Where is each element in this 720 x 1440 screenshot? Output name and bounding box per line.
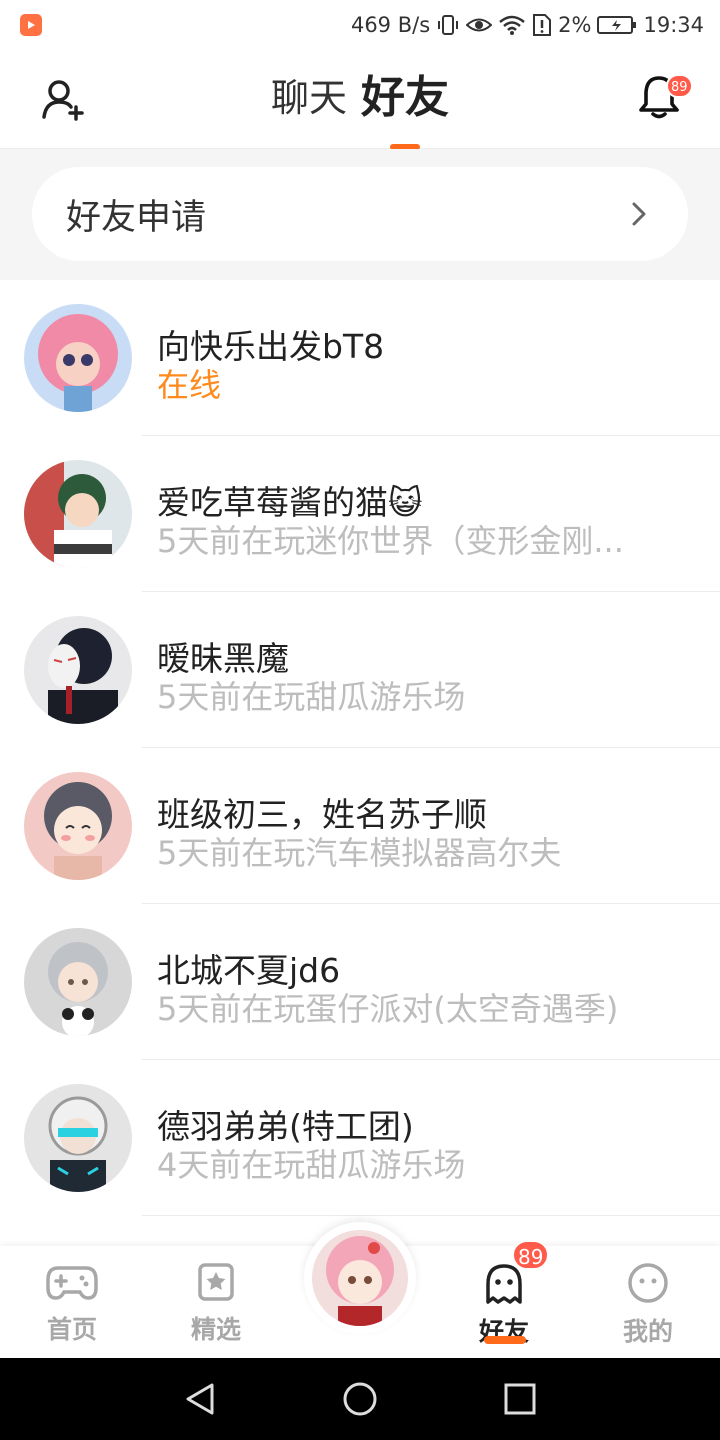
friend-status: 5天前在玩汽车模拟器高尔夫 [157,834,562,872]
tab-friends[interactable]: 好友 [361,72,449,124]
avatar[interactable] [24,928,132,1036]
bottom-nav: 首页 精选 好友 89 我的 [0,1222,720,1358]
friend-status: 5天前在玩甜瓜游乐场 [157,678,466,716]
nav-featured-label: 精选 [190,1315,241,1344]
nav-home[interactable]: 首页 [22,1262,122,1346]
friend-status: 在线 [157,366,222,404]
home-circle-icon [343,1382,377,1416]
back-button[interactable] [182,1381,218,1417]
friend-row[interactable]: 班级初三，姓名苏子顺 5天前在玩汽车模拟器高尔夫 [0,748,720,904]
nav-home-label: 首页 [46,1315,97,1344]
friend-requests-entry[interactable]: 好友申请 [32,167,688,261]
friend-row[interactable]: 北城不夏jd6 5天前在玩蛋仔派对(太空奇遇季) [0,904,720,1060]
tab-bar: 聊天 好友 [0,72,720,124]
friend-status: 5天前在玩蛋仔派对(太空奇遇季) [157,990,619,1028]
nav-featured[interactable]: 精选 [166,1262,266,1346]
battery-icon [597,15,637,35]
home-button[interactable] [342,1381,378,1417]
friend-row[interactable]: 爱吃草莓酱的猫😺 5天前在玩迷你世界（变形金刚... [0,436,720,592]
center-avatar-button[interactable] [304,1222,416,1334]
network-speed: 469 B/s [350,13,431,37]
friend-status: 5天前在玩迷你世界（变形金刚... [157,522,624,560]
friend-list: 向快乐出发bT8 在线 爱吃草莓酱的猫😺 5天前在玩迷你世界（变形金刚... 暧… [0,280,720,1216]
avatar[interactable] [24,1084,132,1192]
avatar[interactable] [24,460,132,568]
friend-requests-label: 好友申请 [66,197,207,238]
star-bookmark-icon [198,1263,234,1301]
back-triangle-icon [186,1383,214,1415]
eye-icon [466,14,493,36]
wifi-icon [498,14,526,36]
nav-mine-label: 我的 [622,1317,673,1346]
alert-sim-icon [532,13,552,37]
avatar[interactable] [24,616,132,724]
vibrate-icon [436,13,460,37]
friend-status: 4天前在玩甜瓜游乐场 [157,1146,466,1184]
friend-row[interactable]: 暧昧黑魔 5天前在玩甜瓜游乐场 [0,592,720,748]
app-notification-icon [20,14,42,36]
system-nav-bar [0,1358,720,1440]
recents-button[interactable] [502,1381,538,1417]
active-tab-indicator [484,1336,526,1344]
friends-badge: 89 [512,1240,550,1270]
header: 聊天 好友 [0,50,720,149]
avatar[interactable] [24,772,132,880]
friend-request-section: 好友申请 [0,149,720,280]
avatar[interactable] [24,304,132,412]
friend-row[interactable]: 德羽弟弟(特工团) 4天前在玩甜瓜游乐场 [0,1060,720,1216]
battery-percent: 2% [558,13,592,37]
tab-chat[interactable]: 聊天 [271,72,347,124]
chevron-right-icon [632,202,646,226]
user-avatar [312,1230,408,1326]
gamepad-icon [46,1266,98,1300]
clock: 19:34 [643,13,704,37]
recents-square-icon [504,1383,536,1415]
status-bar: 469 B/s 2% 19:34 [0,0,720,50]
smiley-icon [628,1263,668,1303]
divider [142,1215,720,1216]
nav-mine[interactable]: 我的 [598,1262,698,1348]
friend-row[interactable]: 向快乐出发bT8 在线 [0,280,720,436]
notification-badge: 89 [666,74,693,98]
